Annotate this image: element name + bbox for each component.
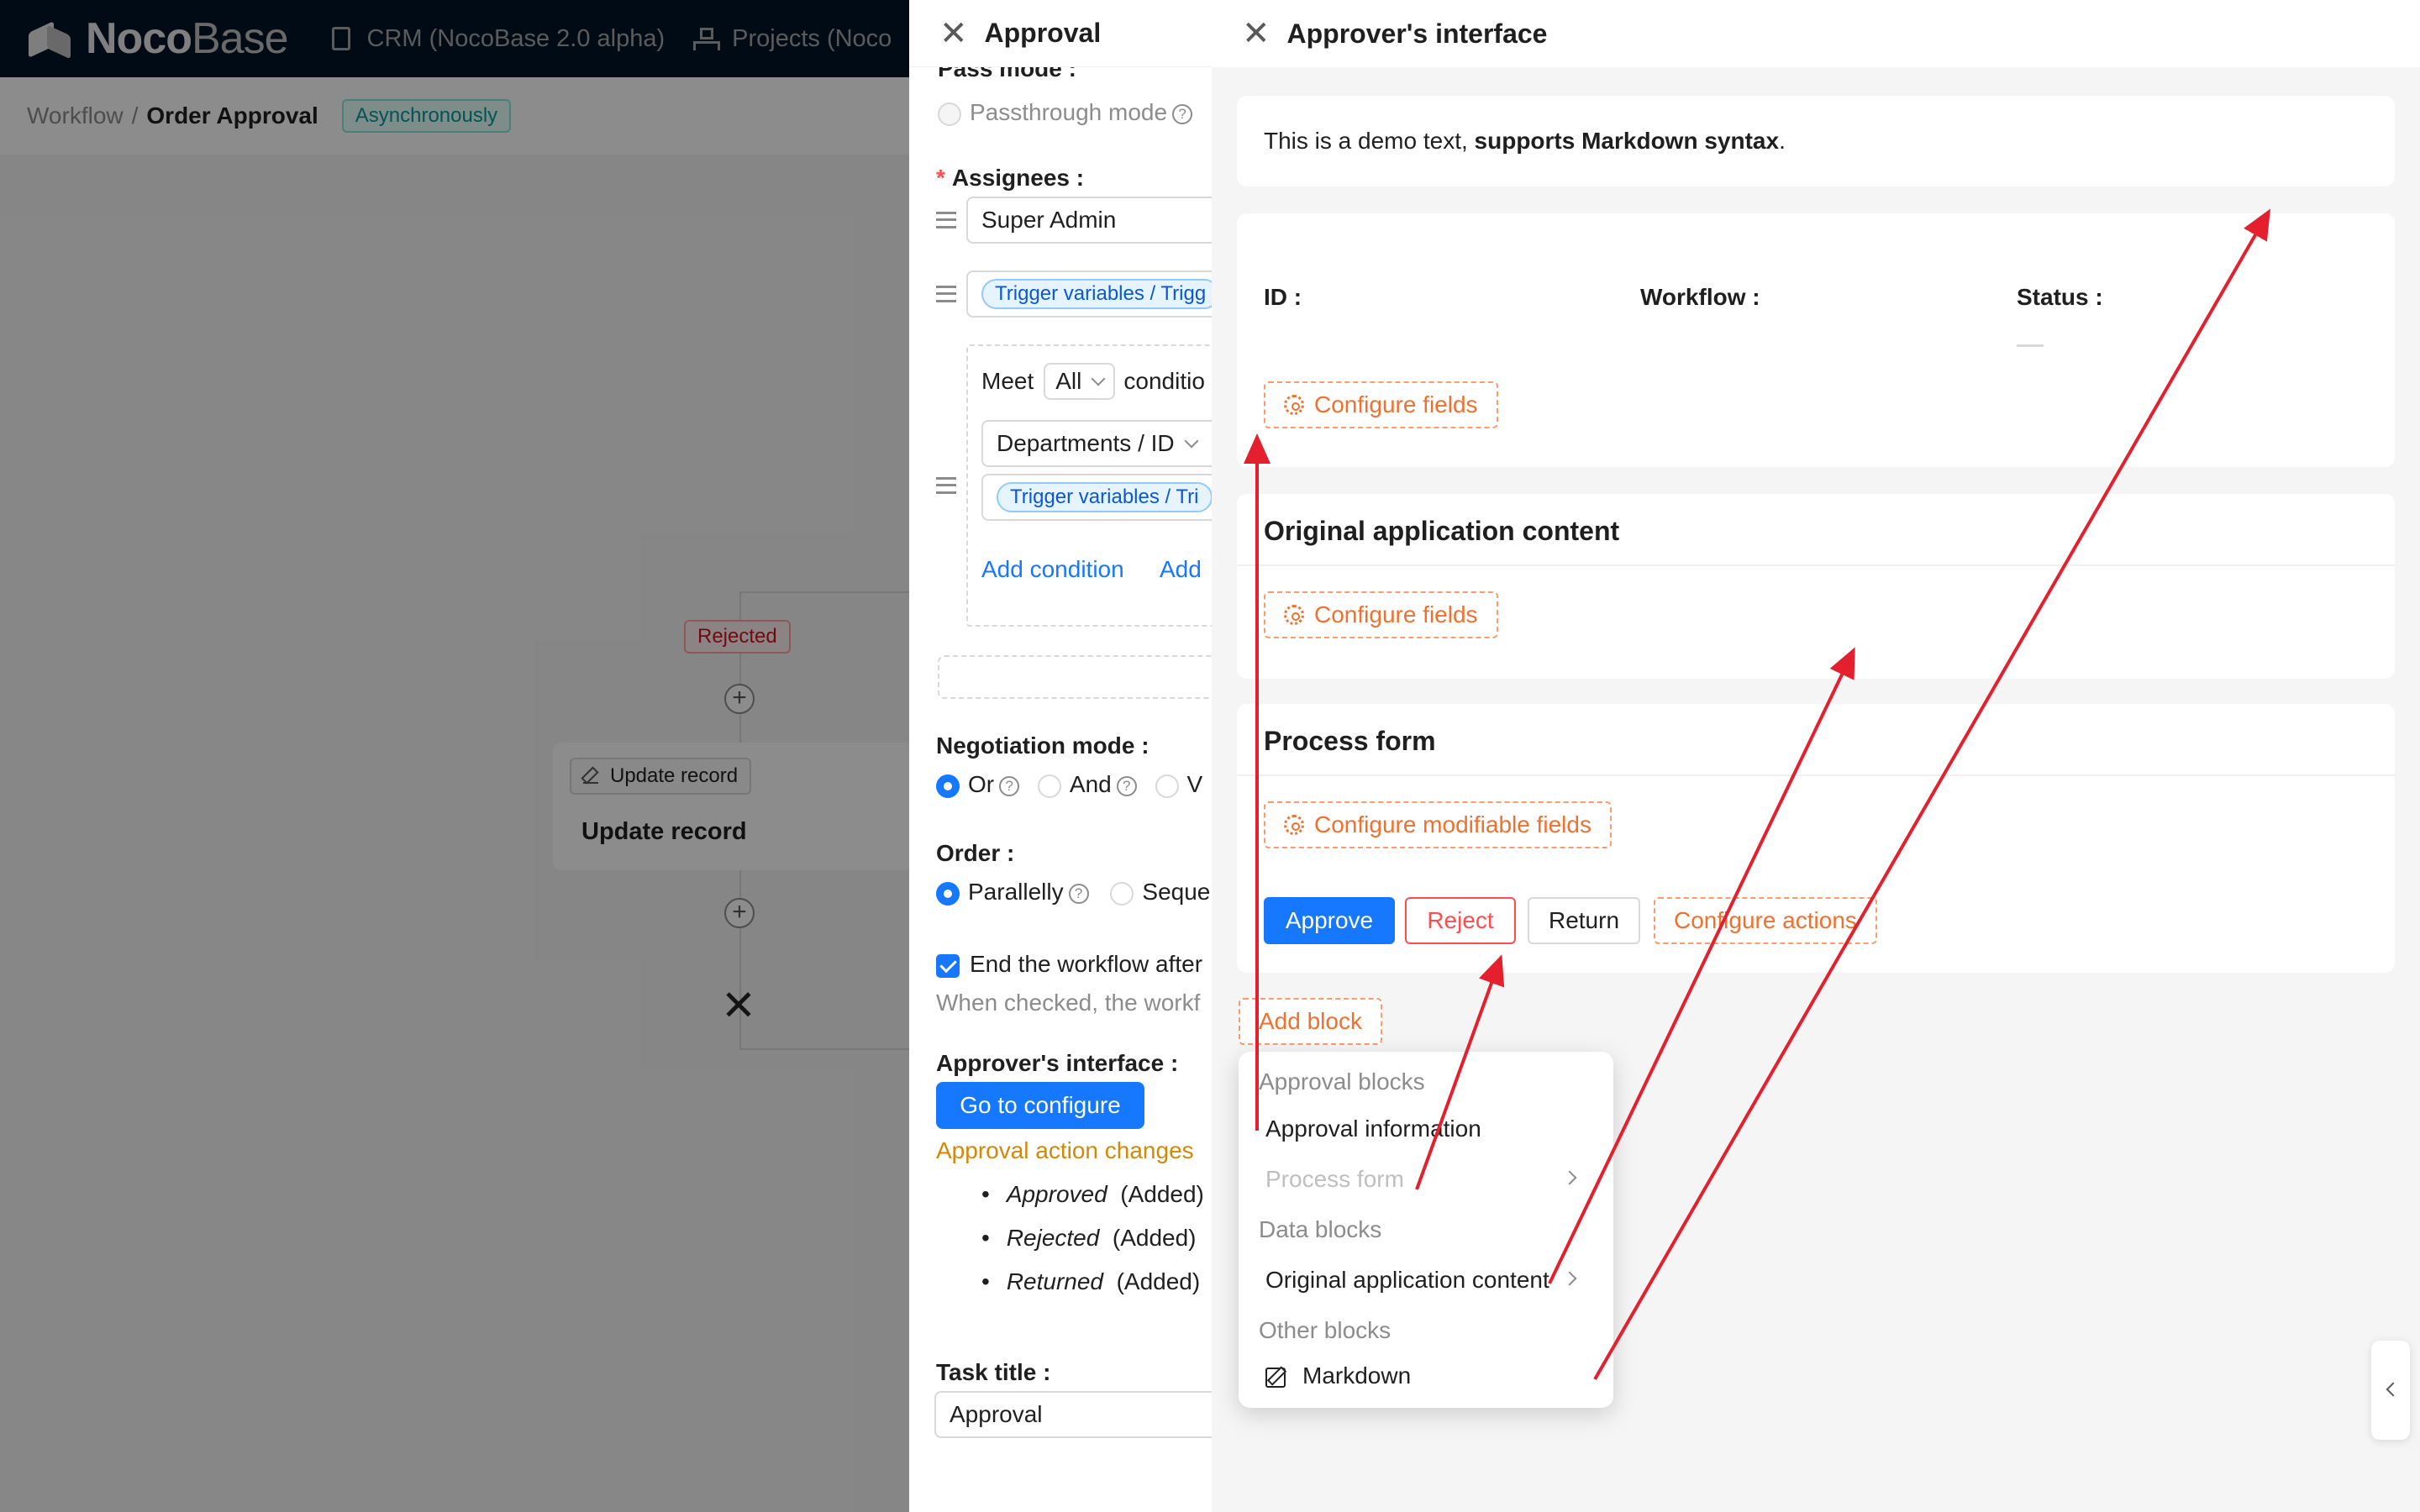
condition-field-select[interactable]: Departments / ID — [981, 420, 1212, 467]
approver-interface-label: Approver's interface : — [936, 1050, 1179, 1076]
menu-group-other-blocks: Other blocks — [1259, 1317, 1392, 1343]
settings-gear-icon — [1284, 395, 1304, 415]
drag-handle-icon[interactable] — [936, 477, 956, 494]
chevron-right-icon — [1562, 1170, 1577, 1185]
end-workflow-checkbox[interactable]: End the workflow after — [936, 951, 1202, 978]
field-workflow-label: Workflow : — [1640, 284, 1760, 310]
negotiation-mode-label: Negotiation mode : — [936, 732, 1150, 759]
configure-modifiable-fields-button[interactable]: Configure modifiable fields — [1264, 801, 1612, 848]
menu-group-approval-blocks: Approval blocks — [1259, 1068, 1425, 1095]
card-divider — [1237, 564, 2395, 566]
negotiation-or-option[interactable]: Or — [936, 771, 994, 798]
settings-gear-icon — [1284, 605, 1304, 625]
add-assignee-area[interactable] — [938, 655, 1212, 699]
radio-icon — [936, 774, 960, 798]
configure-fields-button[interactable]: Configure fields — [1264, 381, 1498, 428]
configure-actions-button[interactable]: Configure actions — [1654, 897, 1877, 944]
order-sequential-option[interactable]: Seque — [1110, 879, 1210, 906]
approver-interface-title: Approver's interface — [1286, 18, 1548, 49]
radio-icon — [936, 881, 960, 906]
approval-action-changes-notice: Approval action changes — [936, 1137, 1194, 1163]
task-title-label: Task title : — [936, 1359, 1051, 1385]
change-item-returned: Returned (Added) — [981, 1268, 1200, 1295]
approver-interface-header: ✕ Approver's interface — [1212, 0, 2420, 67]
go-to-configure-button[interactable]: Go to configure — [936, 1082, 1144, 1129]
process-form-block[interactable]: Process form Configure modifiable fields… — [1237, 704, 2395, 973]
field-id-label: ID : — [1264, 284, 1302, 310]
radio-icon — [1110, 881, 1134, 906]
card-divider — [1237, 774, 2395, 776]
help-icon[interactable]: ? — [1116, 775, 1137, 796]
drag-handle-icon[interactable] — [936, 212, 956, 228]
status-empty-value — [2017, 344, 2044, 347]
add-block-button[interactable]: Add block — [1239, 998, 1382, 1045]
menu-group-data-blocks: Data blocks — [1259, 1216, 1382, 1242]
settings-gear-icon — [1284, 815, 1304, 835]
change-item-approved: Approved (Added) — [981, 1181, 1204, 1208]
negotiation-mode-options: Or? And? V — [936, 771, 1202, 798]
add-block-menu: Approval blocks Approval information Pro… — [1239, 1052, 1613, 1408]
variable-tag: Trigger variables / Tri — [997, 482, 1212, 512]
approval-drawer: ✕ Approval Pass mode : Passthrough mode?… — [909, 0, 1212, 1512]
order-options: Parallelly? Seque — [936, 879, 1210, 906]
variable-tag: Trigger variables / Trigg — [981, 279, 1212, 309]
edit-square-icon — [1265, 1367, 1286, 1388]
field-status-label: Status : — [2017, 284, 2103, 310]
chevron-down-icon — [1184, 433, 1199, 449]
original-application-content-block[interactable]: Original application content Configure f… — [1237, 494, 2395, 679]
condition-value-input[interactable]: Trigger variables / Tri — [981, 474, 1212, 521]
menu-item-markdown[interactable]: Markdown — [1265, 1362, 1411, 1389]
change-item-rejected: Rejected (Added) — [981, 1225, 1197, 1252]
chevron-down-icon — [1091, 371, 1106, 386]
configure-fields-button[interactable]: Configure fields — [1264, 591, 1498, 638]
approve-button[interactable]: Approve — [1264, 897, 1395, 944]
help-icon[interactable]: ? — [1172, 103, 1193, 124]
order-label: Order : — [936, 840, 1015, 866]
help-icon[interactable]: ? — [1068, 883, 1089, 904]
radio-icon — [938, 102, 961, 126]
markdown-block[interactable]: This is a demo text, supports Markdown s… — [1237, 96, 2395, 186]
add-condition-link[interactable]: Add condition — [981, 556, 1124, 583]
markdown-content: This is a demo text, supports Markdown s… — [1264, 128, 1786, 154]
reject-button[interactable]: Reject — [1405, 897, 1516, 944]
close-icon[interactable]: ✕ — [939, 17, 968, 50]
negotiation-vote-option[interactable]: V — [1155, 771, 1202, 798]
end-workflow-hint: When checked, the workf — [936, 990, 1201, 1016]
close-icon[interactable]: ✕ — [1242, 17, 1270, 50]
menu-item-process-form: Process form — [1265, 1166, 1404, 1192]
drag-handle-icon[interactable] — [936, 286, 956, 302]
radio-icon — [1037, 774, 1061, 798]
passthrough-mode-option[interactable]: Passthrough mode? — [938, 99, 1201, 126]
original-content-title: Original application content — [1264, 516, 1620, 546]
assignee-variable-input[interactable]: Trigger variables / Trigg — [966, 270, 1212, 318]
order-parallel-option[interactable]: Parallelly — [936, 879, 1064, 906]
negotiation-and-option[interactable]: And — [1037, 771, 1112, 798]
menu-item-original-application-content[interactable]: Original application content — [1265, 1267, 1549, 1294]
assignee-input[interactable]: Super Admin — [966, 197, 1212, 244]
task-title-input[interactable]: Approval — [934, 1391, 1212, 1438]
add-condition-group-link[interactable]: Add — [1160, 556, 1202, 583]
chevron-left-icon — [2386, 1382, 2401, 1397]
meet-select[interactable]: All — [1044, 363, 1116, 400]
approval-drawer-header: ✕ Approval — [909, 0, 1212, 67]
assignees-label: * Assignees : — [936, 165, 1085, 191]
help-icon[interactable]: ? — [999, 775, 1020, 796]
approval-information-block[interactable]: ID : Workflow : Status : Configure field… — [1237, 213, 2395, 467]
return-button[interactable]: Return — [1528, 897, 1640, 944]
radio-icon — [1155, 774, 1179, 798]
approval-drawer-title: Approval — [984, 18, 1102, 48]
checkbox-checked-icon — [936, 953, 960, 978]
menu-item-approval-information[interactable]: Approval information — [1265, 1116, 1481, 1142]
condition-meet-row: Meet All conditio — [981, 363, 1205, 400]
process-form-title: Process form — [1264, 726, 1436, 756]
collapse-toggle-button[interactable] — [2371, 1341, 2410, 1440]
chevron-right-icon — [1562, 1271, 1577, 1286]
